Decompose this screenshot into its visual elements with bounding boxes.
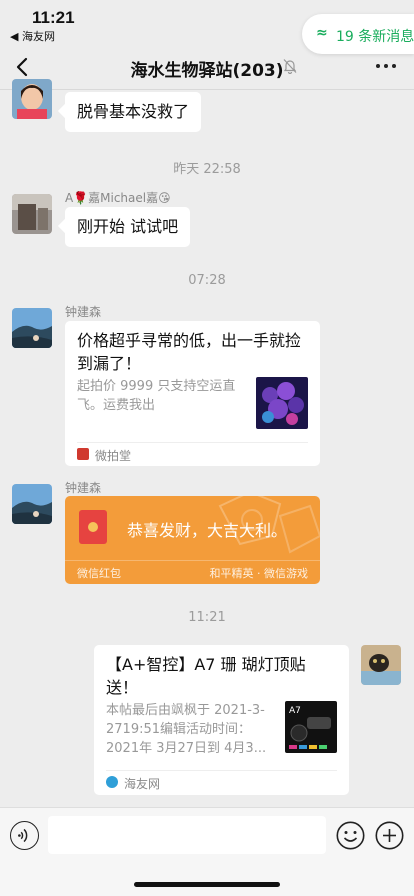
message-bubble[interactable]: 刚开始 试试吧 xyxy=(65,207,191,247)
red-packet-wish: 恭喜发财，大吉大利。 xyxy=(127,521,288,540)
red-packet-label: 微信红包 xyxy=(77,567,121,580)
timestamp: 07:28 xyxy=(188,273,226,288)
red-packet-icon xyxy=(79,510,107,544)
chat-title: 海水生物驿站(203) xyxy=(130,61,284,81)
avatar[interactable] xyxy=(12,79,52,119)
avatar[interactable] xyxy=(12,308,52,348)
link-card-divider xyxy=(106,770,337,771)
message-input[interactable] xyxy=(48,816,326,854)
voice-icon[interactable] xyxy=(10,821,39,850)
link-card[interactable]: 价格超乎寻常的低，出一手就捡到漏了！ 起拍价 9999 只支持空运直飞。运费我出… xyxy=(65,321,320,466)
link-card-thumbnail xyxy=(256,377,308,429)
avatar[interactable] xyxy=(12,484,52,524)
emoji-icon[interactable] xyxy=(336,821,365,850)
timestamp: 昨天 22:58 xyxy=(173,162,241,177)
link-card[interactable]: 【A+智控】A7 珊 瑚灯顶贴送！ 本帖最后由飒枫于 2021-3-2719:5… xyxy=(94,645,349,795)
link-card-title: 【A+智控】A7 珊 瑚灯顶贴送！ xyxy=(106,655,306,697)
link-card-thumbnail: A7 xyxy=(285,701,337,753)
link-card-source: 海友网 xyxy=(124,777,161,791)
link-card-title: 价格超乎寻常的低，出一手就捡到漏了！ xyxy=(77,331,302,373)
home-indicator[interactable] xyxy=(134,882,280,887)
bell-off-icon xyxy=(283,59,297,74)
red-packet-message[interactable]: 恭喜发财，大吉大利。 微信红包 和平精英 · 微信游戏 xyxy=(65,496,320,584)
message-text: 刚开始 试试吧 xyxy=(77,217,179,236)
back-to-app-link[interactable]: ◀ 海友网 xyxy=(10,28,55,44)
link-card-divider xyxy=(77,442,308,443)
link-card-source: 微拍堂 xyxy=(95,449,132,463)
sender-name: A🌹嘉Michael嘉😘 xyxy=(65,191,171,205)
sender-name: 钟建森 xyxy=(65,305,102,319)
thumbnail-text: A7 xyxy=(289,706,301,716)
message-bubble[interactable]: 脱骨基本没救了 xyxy=(65,92,202,132)
avatar[interactable] xyxy=(12,194,52,234)
weipaitang-icon xyxy=(77,448,89,460)
double-chevron-up-icon: ≈ xyxy=(316,25,328,41)
timestamp: 11:21 xyxy=(188,610,226,625)
red-packet-divider xyxy=(65,560,320,561)
link-card-description: 本帖最后由飒枫于 2021-3-2719:51编辑活动时间：2021年 3月27… xyxy=(106,703,267,756)
link-card-description: 起拍价 9999 只支持空运直飞。运费我出 xyxy=(77,379,236,413)
sender-name: 钟建森 xyxy=(65,481,102,495)
more-options-button[interactable] xyxy=(376,64,396,69)
avatar[interactable] xyxy=(361,645,401,685)
new-messages-label: 19 条新消息 xyxy=(336,29,414,45)
plus-circle-icon[interactable] xyxy=(375,821,404,850)
chat-header: 海水生物驿站(203) xyxy=(0,44,414,90)
haiyou-icon xyxy=(106,776,118,788)
message-text: 脱骨基本没救了 xyxy=(77,102,190,121)
status-time: 11:21 xyxy=(32,8,75,27)
red-packet-game: 和平精英 · 微信游戏 xyxy=(209,567,309,580)
